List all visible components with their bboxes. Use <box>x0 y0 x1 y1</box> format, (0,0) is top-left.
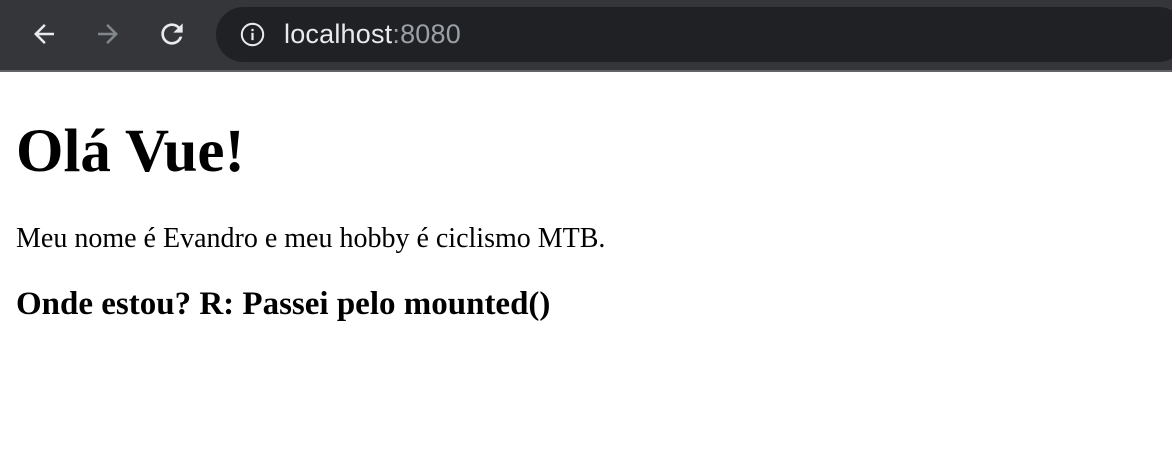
back-button[interactable] <box>22 12 66 56</box>
url-host: localhost <box>284 19 393 49</box>
forward-button[interactable] <box>86 12 130 56</box>
back-arrow-icon <box>29 19 59 49</box>
url-text[interactable]: localhost:8080 <box>284 19 461 50</box>
forward-arrow-icon <box>93 19 123 49</box>
url-port: :8080 <box>392 19 461 49</box>
info-icon[interactable] <box>238 21 266 49</box>
page-content: Olá Vue! Meu nome é Evandro e meu hobby … <box>0 116 1172 324</box>
page-title: Olá Vue! <box>16 118 245 185</box>
reload-button[interactable] <box>150 12 194 56</box>
reload-icon <box>156 18 188 50</box>
address-bar[interactable]: localhost:8080 <box>216 7 1172 62</box>
browser-toolbar: localhost:8080 <box>0 0 1172 72</box>
status-heading: Onde estou? R: Passei pelo mounted() <box>16 286 551 322</box>
intro-text: Meu nome é Evandro e meu hobby é ciclism… <box>16 223 606 254</box>
